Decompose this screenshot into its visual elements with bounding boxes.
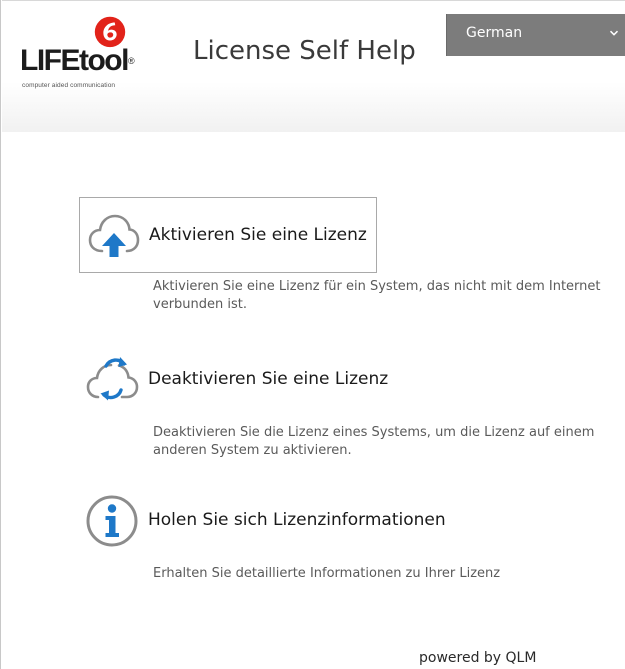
page-title: License Self Help [193,36,416,66]
info-icon [86,495,138,547]
registered-mark: ® [127,56,135,66]
cloud-upload-icon [88,214,140,257]
option-activate: Aktivieren Sie eine Lizenz Aktivieren Si… [79,197,619,327]
language-select-value: German [466,25,523,41]
logo-tagline: computer aided communication [22,82,116,89]
powered-by-footer: powered by QLM [419,650,537,666]
license-self-help-page: LIFEtool® computer aided communication L… [0,0,625,669]
cloud-sync-icon [86,357,139,401]
option-deactivate: Deaktivieren Sie eine Lizenz Deaktiviere… [79,352,619,472]
deactivate-license-button[interactable]: Deaktivieren Sie eine Lizenz [79,352,399,412]
activate-license-button[interactable]: Aktivieren Sie eine Lizenz [79,197,377,273]
chevron-down-icon [609,30,619,36]
header: LIFEtool® computer aided communication L… [2,0,625,132]
activate-license-label: Aktivieren Sie eine Lizenz [149,225,367,245]
activate-license-description: Aktivieren Sie eine Lizenz für ein Syste… [153,279,601,312]
header-divider [2,0,625,1]
deactivate-license-label: Deaktivieren Sie eine Lizenz [148,369,389,389]
language-select[interactable]: German [446,14,625,56]
license-info-label: Holen Sie sich Lizenzinformationen [148,510,446,530]
logo-wordmark: LIFEtool® [20,44,135,77]
license-info-button[interactable]: Holen Sie sich Lizenzinformationen [79,493,469,553]
option-license-info: Holen Sie sich Lizenzinformationen Erhal… [79,493,619,593]
deactivate-license-description: Deaktivieren Sie die Lizenz eines System… [153,425,595,458]
lifetool-logo: LIFEtool® computer aided communication [20,12,170,94]
license-info-description: Erhalten Sie detaillierte Informationen … [153,566,501,581]
